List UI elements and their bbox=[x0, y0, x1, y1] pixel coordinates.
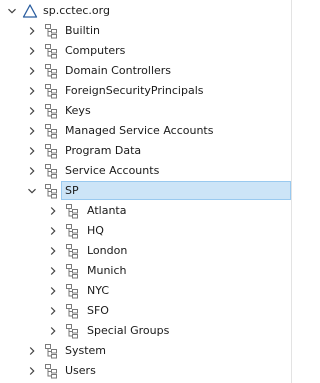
org-unit-icon bbox=[43, 143, 59, 159]
tree-node-label: Atlanta bbox=[87, 204, 127, 217]
chevron-down-icon[interactable] bbox=[24, 183, 40, 199]
tree-node-label: Program Data bbox=[65, 144, 142, 157]
org-unit-icon bbox=[43, 343, 59, 359]
org-unit-icon bbox=[64, 203, 80, 219]
chevron-right-icon[interactable] bbox=[45, 283, 61, 299]
org-unit-icon bbox=[43, 63, 59, 79]
chevron-right-icon[interactable] bbox=[24, 103, 40, 119]
tree-node-label: NYC bbox=[87, 284, 110, 297]
org-unit-icon bbox=[43, 163, 59, 179]
org-unit-icon bbox=[64, 263, 80, 279]
tree-node-london[interactable]: London bbox=[0, 241, 292, 261]
org-unit-icon bbox=[43, 363, 59, 379]
tree-node-label: Domain Controllers bbox=[65, 64, 172, 77]
tree-node-program-data[interactable]: Program Data bbox=[0, 141, 292, 161]
tree-node-label: SP bbox=[65, 184, 79, 197]
tree-node-foreign-security-principals[interactable]: ForeignSecurityPrincipals bbox=[0, 81, 292, 101]
tree-node-label: Users bbox=[65, 364, 96, 377]
chevron-right-icon[interactable] bbox=[24, 23, 40, 39]
chevron-right-icon[interactable] bbox=[24, 343, 40, 359]
tree-node-label: SFO bbox=[87, 304, 109, 317]
tree-node-label: Special Groups bbox=[87, 324, 170, 337]
tree-node-keys[interactable]: Keys bbox=[0, 101, 292, 121]
org-unit-icon bbox=[64, 323, 80, 339]
tree-node-domain-controllers[interactable]: Domain Controllers bbox=[0, 61, 292, 81]
org-unit-icon bbox=[43, 43, 59, 59]
chevron-right-icon[interactable] bbox=[45, 263, 61, 279]
tree-node-label: Keys bbox=[65, 104, 91, 117]
tree-node-nyc[interactable]: NYC bbox=[0, 281, 292, 301]
tree-node-label: ForeignSecurityPrincipals bbox=[65, 84, 204, 97]
tree-node-users[interactable]: Users bbox=[0, 361, 292, 381]
tree-node-computers[interactable]: Computers bbox=[0, 41, 292, 61]
org-unit-icon bbox=[43, 123, 59, 139]
tree-node-label: HQ bbox=[87, 224, 104, 237]
org-unit-icon bbox=[64, 223, 80, 239]
tree-node-builtin[interactable]: Builtin bbox=[0, 21, 292, 41]
chevron-right-icon[interactable] bbox=[45, 323, 61, 339]
chevron-down-icon[interactable] bbox=[4, 3, 20, 19]
tree-node-special-groups[interactable]: Special Groups bbox=[0, 321, 292, 341]
org-unit-icon bbox=[43, 83, 59, 99]
org-unit-icon bbox=[43, 183, 59, 199]
chevron-right-icon[interactable] bbox=[24, 123, 40, 139]
org-unit-icon bbox=[64, 243, 80, 259]
tree-node-label: London bbox=[87, 244, 128, 257]
org-unit-icon bbox=[64, 283, 80, 299]
chevron-right-icon[interactable] bbox=[24, 83, 40, 99]
org-unit-icon bbox=[43, 103, 59, 119]
domain-tree: sp.cctec.org Builtin Computers Domain Co… bbox=[0, 0, 292, 383]
tree-node-service-accounts[interactable]: Service Accounts bbox=[0, 161, 292, 181]
chevron-right-icon[interactable] bbox=[45, 303, 61, 319]
chevron-right-icon[interactable] bbox=[24, 63, 40, 79]
chevron-right-icon[interactable] bbox=[24, 43, 40, 59]
tree-node-label: Computers bbox=[65, 44, 126, 57]
tree-node-label: sp.cctec.org bbox=[43, 4, 110, 17]
tree-node-label: Builtin bbox=[65, 24, 100, 37]
tree-node-sp[interactable]: SP bbox=[0, 181, 292, 201]
tree-node-label: Managed Service Accounts bbox=[65, 124, 214, 137]
chevron-right-icon[interactable] bbox=[45, 203, 61, 219]
selection-highlight bbox=[61, 181, 291, 200]
chevron-right-icon[interactable] bbox=[24, 143, 40, 159]
chevron-right-icon[interactable] bbox=[45, 243, 61, 259]
tree-node-managed-service-accounts[interactable]: Managed Service Accounts bbox=[0, 121, 292, 141]
tree-node-sfo[interactable]: SFO bbox=[0, 301, 292, 321]
chevron-right-icon[interactable] bbox=[24, 363, 40, 379]
tree-node-domain[interactable]: sp.cctec.org bbox=[0, 1, 292, 21]
org-unit-icon bbox=[64, 303, 80, 319]
tree-node-atlanta[interactable]: Atlanta bbox=[0, 201, 292, 221]
chevron-right-icon[interactable] bbox=[24, 163, 40, 179]
org-unit-icon bbox=[43, 23, 59, 39]
chevron-right-icon[interactable] bbox=[45, 223, 61, 239]
tree-node-label: System bbox=[65, 344, 107, 357]
tree-node-munich[interactable]: Munich bbox=[0, 261, 292, 281]
tree-node-hq[interactable]: HQ bbox=[0, 221, 292, 241]
domain-triangle-icon bbox=[22, 3, 38, 19]
tree-node-system[interactable]: System bbox=[0, 341, 292, 361]
tree-node-label: Service Accounts bbox=[65, 164, 160, 177]
tree-node-label: Munich bbox=[87, 264, 127, 277]
